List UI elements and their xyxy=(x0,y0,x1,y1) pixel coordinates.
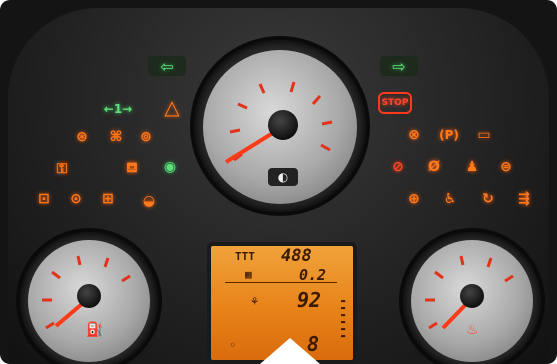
key-icon: ⚿ xyxy=(56,161,68,177)
temperature-icon: ⚘ xyxy=(251,294,259,308)
engine-warning-icon: ⊛ xyxy=(76,129,88,145)
odometer-value: 488 xyxy=(281,246,312,266)
tire-pressure-icon: ⊙ xyxy=(70,191,82,207)
oil-pressure-icon: ⛾ xyxy=(126,160,138,176)
right-gauge-hub xyxy=(460,284,484,308)
low-fuel-range-icon: ◒ xyxy=(142,193,156,209)
fog-light-icon: ◉ xyxy=(163,159,177,175)
callout-pointer xyxy=(260,338,320,364)
temperature-value: 92 xyxy=(297,288,322,312)
seat-warning-icon: ♿ xyxy=(443,191,457,207)
instrument-cluster: ◐ ⛽ ♨ ⇦ ⇨ ←1→ △ ⊛ ⌘ ⊚ ⚿ ⛾ ◉ ⊡ ⊙ ⊞ ◒ STOP… xyxy=(0,0,557,364)
service-icon: ↻ xyxy=(482,191,494,207)
door-open-icon: ⊜ xyxy=(500,159,512,175)
glow-plug-icon: ⊞ xyxy=(102,191,114,207)
lcd-indicator-icon: ◦ xyxy=(229,338,237,352)
brake-wear-icon: ⊗ xyxy=(408,127,420,143)
coolant-temperature-icon: ♨ xyxy=(466,322,479,338)
right-turn-signal-icon: ⇨ xyxy=(380,56,418,76)
odometer-icon: TTT xyxy=(235,250,255,263)
sidelight-icon: ⇶ xyxy=(518,191,530,207)
washer-fluid-icon: ⊕ xyxy=(408,191,420,207)
headlight-indicator-icon: ◐ xyxy=(268,168,298,186)
lcd-divider xyxy=(225,282,337,283)
left-gauge-hub xyxy=(77,284,101,308)
parking-brake-icon: (P) xyxy=(439,128,459,142)
traction-control-icon: ⌘ xyxy=(109,129,123,145)
level-bar-icon: ▬ ▬ ▬ ▬ ▬ ▬ xyxy=(341,297,346,340)
lane-assist-icon: ←1→ xyxy=(103,102,133,116)
steering-warning-icon: Ø xyxy=(428,159,440,175)
left-turn-signal-icon: ⇦ xyxy=(148,56,186,76)
seatbelt-icon: ⊡ xyxy=(38,191,50,207)
stop-warning-icon: STOP xyxy=(378,92,412,114)
center-gauge-hub xyxy=(268,110,298,140)
trip-icon: ▦ xyxy=(245,268,252,281)
airbag-icon: ♟ xyxy=(465,159,479,175)
abs-warning-icon: ⊘ xyxy=(392,159,404,175)
battery-icon: ▭ xyxy=(477,127,491,143)
brake-pad-icon: ⊚ xyxy=(140,129,152,145)
hazard-triangle-icon: △ xyxy=(164,95,180,119)
fuel-icon: ⛽ xyxy=(86,322,104,338)
